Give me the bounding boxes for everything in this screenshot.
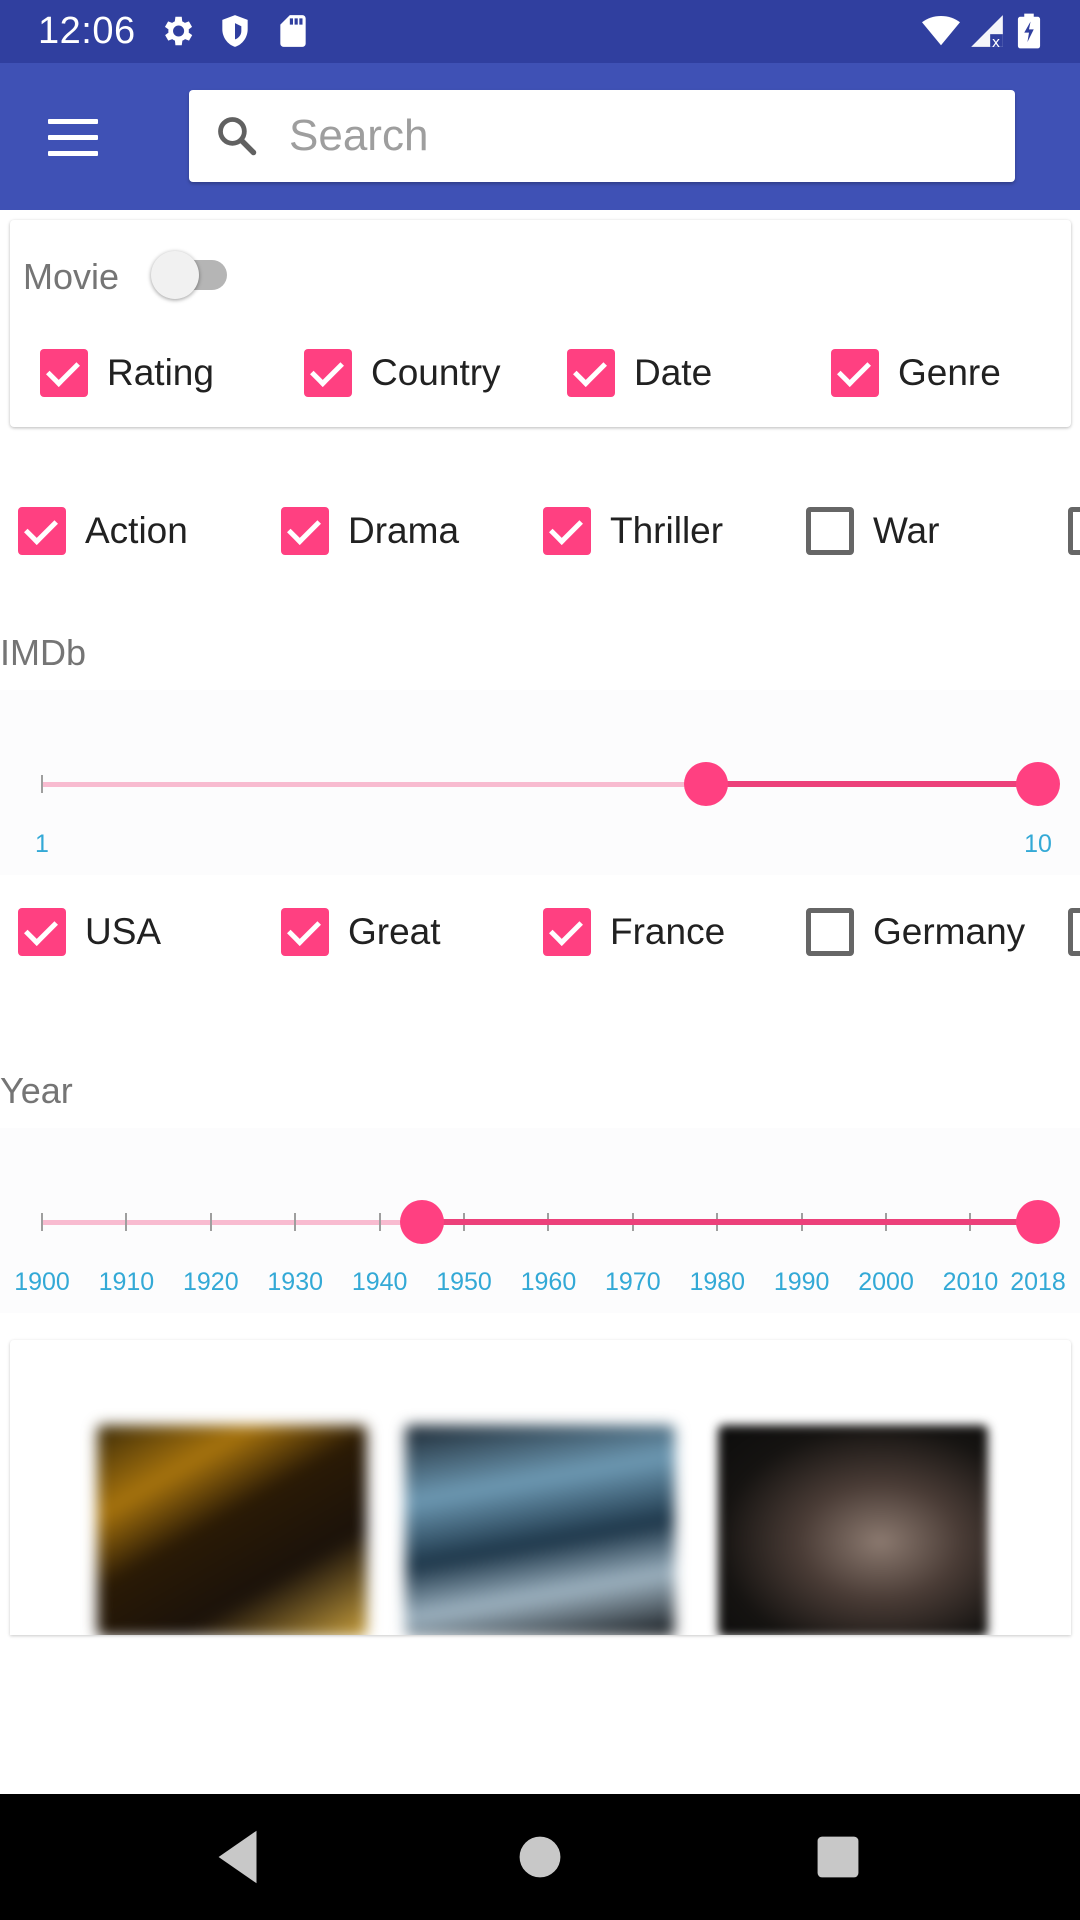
navigation-bar [0,1794,1080,1920]
recents-icon[interactable] [803,1822,873,1892]
checkbox-rating[interactable]: Rating [40,343,214,403]
imdb-tick-label: 1 [35,830,49,858]
checkbox-usa[interactable]: USA [18,902,161,962]
poster-card [10,1340,1071,1635]
hamburger-menu-icon[interactable] [34,103,112,171]
search-icon [218,117,257,156]
checkbox-germany[interactable]: Germany [806,902,1025,962]
year-tick-label: 1910 [98,1268,155,1296]
checkbox-more-country[interactable] [1068,902,1080,962]
checkbox-thriller-box[interactable] [543,507,591,555]
year-tick-label: 1900 [14,1268,70,1296]
battery-icon [1017,13,1041,49]
movie-toggle-switch[interactable] [145,248,237,300]
checkbox-genre-box[interactable] [831,349,879,397]
checkbox-great-box[interactable] [281,908,329,956]
shield-icon [222,15,248,47]
sd-card-icon [280,15,306,47]
year-tick-label: 1970 [605,1268,661,1296]
checkbox-action-box[interactable] [18,507,66,555]
status-bar: 12:06 x [0,0,1080,63]
checkbox-germany-box[interactable] [806,908,854,956]
checkbox-action-label: Action [85,510,188,551]
year-tick-label: 1950 [436,1268,492,1296]
search-bar[interactable] [189,90,1015,182]
checkbox-france-box[interactable] [543,908,591,956]
checkbox-country-label: Country [371,352,501,393]
app-bar [0,63,1080,210]
year-slider-tick [209,1213,212,1231]
year-tick-label: 1920 [183,1268,239,1296]
year-tick-label: 1990 [773,1268,830,1296]
checkbox-more-genre-box[interactable] [1068,507,1080,555]
checkbox-war-box[interactable] [806,507,854,555]
year-range-slider[interactable] [0,1190,1080,1250]
checkbox-thriller[interactable]: Thriller [543,501,723,561]
year-slider-tick [378,1213,381,1231]
checkbox-usa-label: USA [85,911,162,952]
imdb-range-slider[interactable] [0,752,1080,812]
year-slider-high-thumb[interactable] [1016,1200,1060,1244]
checkbox-great-label: Great [348,911,441,952]
checkbox-germany-label: Germany [873,911,1026,952]
search-input[interactable] [289,102,989,170]
home-icon[interactable] [505,1822,575,1892]
checkbox-date[interactable]: Date [567,343,712,403]
status-time: 12:06 [38,10,136,52]
year-tick-label: 1980 [689,1268,746,1296]
checkbox-genre-label: Genre [898,352,1001,393]
imdb-slider-low-thumb[interactable] [684,762,728,806]
checkbox-war-label: War [873,510,940,551]
year-slider-tick [125,1213,128,1231]
checkbox-date-box[interactable] [567,349,615,397]
movie-label: Movie [23,256,120,297]
checkbox-rating-label: Rating [107,352,214,393]
filter-card: Movie Rating Country Date Genre [10,220,1071,427]
checkbox-war[interactable]: War [806,501,939,561]
year-label: Year [0,1070,73,1111]
year-tick-label: 1930 [267,1268,324,1296]
year-slider-tick [41,1213,43,1231]
back-icon[interactable] [204,1822,274,1892]
checkbox-action[interactable]: Action [18,501,188,561]
imdb-slider-tick [41,775,43,793]
year-tick-label: 2010 [942,1268,999,1296]
checkbox-usa-box[interactable] [18,908,66,956]
imdb-slider-high-thumb[interactable] [1016,762,1060,806]
checkbox-france[interactable]: France [543,902,725,962]
settings-icon [164,16,193,46]
wifi-icon [922,15,960,46]
checkbox-thriller-label: Thriller [610,510,724,551]
imdb-label: IMDb [0,632,87,673]
checkbox-rating-box[interactable] [40,349,88,397]
checkbox-drama-box[interactable] [281,507,329,555]
movie-poster-1[interactable] [97,1425,367,1635]
year-tick-labels: 1900 1910 1920 1930 1940 1950 1960 1970 1980 1990… [0,1268,1080,1308]
checkbox-country-box[interactable] [304,349,352,397]
checkbox-country[interactable]: Country [304,343,501,403]
movie-poster-2[interactable] [405,1425,675,1635]
checkbox-drama[interactable]: Drama [281,501,459,561]
imdb-tick-label: 10 [1024,830,1052,858]
checkbox-more-genre[interactable] [1068,501,1080,561]
checkbox-genre[interactable]: Genre [831,343,1001,403]
signal-icon: x [971,15,1003,50]
movie-poster-3[interactable] [718,1425,988,1635]
imdb-tick-labels: 1 10 [0,830,1080,870]
year-tick-label: 1940 [351,1268,408,1296]
year-tick-label: 2000 [858,1268,914,1296]
year-tick-label: 1960 [520,1268,577,1296]
checkbox-drama-label: Drama [348,510,460,551]
checkbox-date-label: Date [634,352,713,393]
year-tick-label: 2018 [1010,1268,1066,1296]
year-slider-selected-range [421,1219,1038,1225]
year-slider-low-thumb[interactable] [399,1200,444,1244]
imdb-slider-selected-range [706,781,1038,787]
year-slider-tick [294,1213,297,1231]
svg-text:x: x [992,35,1000,50]
checkbox-more-country-box[interactable] [1068,908,1080,956]
checkbox-france-label: France [610,911,726,952]
checkbox-great[interactable]: Great [281,902,441,962]
